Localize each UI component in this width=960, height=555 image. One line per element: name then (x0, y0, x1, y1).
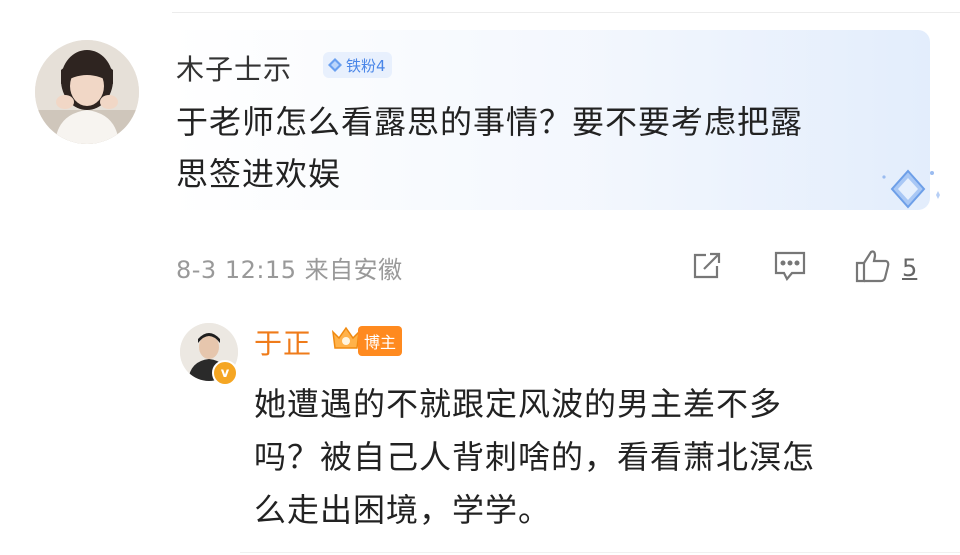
verified-v-icon: v (212, 360, 238, 386)
share-button[interactable] (690, 248, 724, 288)
commenter-username[interactable]: 木子士示 (176, 48, 292, 88)
replier-username[interactable]: 于正 (254, 322, 312, 362)
bottom-divider (240, 552, 960, 553)
reply-button[interactable] (772, 248, 808, 288)
comment-icon (772, 249, 808, 287)
blogger-badge[interactable]: 博主 (330, 326, 403, 356)
reply-line: 吗？被自己人背刺啥的，看看萧北溟怎 (254, 438, 816, 476)
reply-line: 她遭遇的不就跟定风波的男主差不多 (254, 385, 783, 423)
comment-text: 于老师怎么看露思的事情？要不要考虑把露 思签进欢娱 (176, 96, 896, 200)
comment-timestamp-location: 8-3 12:15 来自安徽 (176, 256, 403, 284)
blogger-badge-label: 博主 (358, 326, 403, 356)
diamond-icon (327, 57, 343, 73)
comment-decoration-gem-icon (872, 165, 944, 221)
fan-badge-label: 铁粉4 (346, 56, 386, 75)
comment-line: 于老师怎么看露思的事情？要不要考虑把露 (176, 103, 804, 141)
comment-line: 思签进欢娱 (176, 155, 342, 193)
commenter-avatar[interactable] (35, 40, 139, 144)
fan-badge[interactable]: 铁粉4 (323, 52, 392, 78)
share-icon (690, 249, 724, 287)
like-button[interactable]: 5 (854, 248, 917, 288)
thumbs-up-icon (854, 248, 892, 288)
top-divider (172, 12, 960, 13)
reply-text: 她遭遇的不就跟定风波的男主差不多 吗？被自己人背刺啥的，看看萧北溟怎 么走出困境… (254, 378, 934, 537)
reply-line: 么走出困境，学学。 (254, 491, 552, 529)
like-count[interactable]: 5 (902, 254, 917, 282)
